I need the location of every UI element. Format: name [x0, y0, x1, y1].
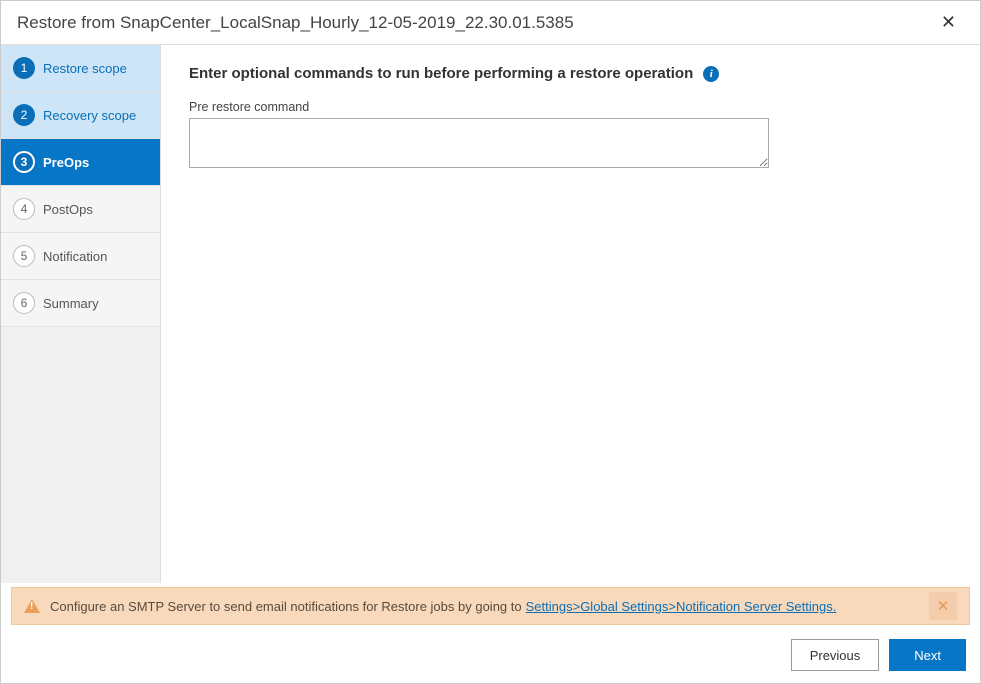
dialog-body: 1 Restore scope 2 Recovery scope 3 PreOp…: [1, 45, 980, 583]
step-number: 4: [13, 198, 35, 220]
warning-icon: [24, 599, 40, 613]
step-recovery-scope[interactable]: 2 Recovery scope: [1, 92, 160, 139]
dialog-title: Restore from SnapCenter_LocalSnap_Hourly…: [17, 13, 574, 33]
step-number: 3: [13, 151, 35, 173]
close-icon[interactable]: ✕: [933, 8, 964, 37]
step-notification[interactable]: 5 Notification: [1, 233, 160, 280]
notification-close-icon[interactable]: ✕: [929, 592, 957, 620]
step-label: Summary: [43, 296, 99, 311]
step-label: PreOps: [43, 155, 89, 170]
step-label: Recovery scope: [43, 108, 136, 123]
pre-restore-label: Pre restore command: [189, 100, 952, 114]
main-content: Enter optional commands to run before pe…: [161, 45, 980, 583]
step-number: 5: [13, 245, 35, 267]
content-heading: Enter optional commands to run before pe…: [189, 65, 952, 82]
step-label: PostOps: [43, 202, 93, 217]
smtp-warning-bar: Configure an SMTP Server to send email n…: [11, 587, 970, 625]
footer-buttons: Previous Next: [791, 639, 966, 671]
previous-button[interactable]: Previous: [791, 639, 880, 671]
step-number: 1: [13, 57, 35, 79]
step-summary[interactable]: 6 Summary: [1, 280, 160, 327]
heading-text: Enter optional commands to run before pe…: [189, 65, 693, 82]
step-restore-scope[interactable]: 1 Restore scope: [1, 45, 160, 92]
step-preops[interactable]: 3 PreOps: [1, 139, 160, 186]
info-icon[interactable]: i: [703, 66, 719, 82]
notification-settings-link[interactable]: Settings>Global Settings>Notification Se…: [526, 599, 837, 614]
step-label: Notification: [43, 249, 107, 264]
step-number: 2: [13, 104, 35, 126]
pre-restore-command-input[interactable]: [189, 118, 769, 168]
next-button[interactable]: Next: [889, 639, 966, 671]
wizard-sidebar: 1 Restore scope 2 Recovery scope 3 PreOp…: [1, 45, 161, 583]
dialog-header: Restore from SnapCenter_LocalSnap_Hourly…: [1, 1, 980, 45]
notification-text: Configure an SMTP Server to send email n…: [50, 599, 522, 614]
step-label: Restore scope: [43, 61, 127, 76]
step-postops[interactable]: 4 PostOps: [1, 186, 160, 233]
step-number: 6: [13, 292, 35, 314]
